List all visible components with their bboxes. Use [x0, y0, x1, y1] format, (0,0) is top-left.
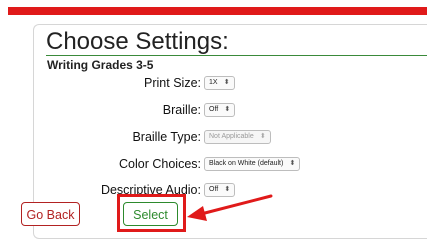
pointer-arrow-icon	[187, 194, 273, 221]
color-choices-label: Color Choices:	[119, 157, 201, 171]
title-divider	[46, 55, 427, 56]
braille-value: Off	[209, 106, 219, 113]
setting-row-print-size: Print Size: 1X ⬍	[34, 75, 427, 91]
go-back-button[interactable]: Go Back	[21, 202, 80, 226]
page-title: Choose Settings:	[46, 28, 229, 55]
top-accent-bar	[8, 7, 427, 15]
braille-type-select: Not Applicable ⬍	[204, 130, 271, 144]
select-arrows-icon: ⬍	[224, 106, 231, 113]
select-highlight-box	[117, 194, 186, 232]
braille-type-label: Braille Type:	[132, 130, 201, 144]
setting-row-color-choices: Color Choices: Black on White (default) …	[34, 156, 427, 172]
arrow-head	[187, 206, 207, 221]
select-arrows-icon: ⬍	[223, 79, 230, 86]
print-size-select[interactable]: 1X ⬍	[204, 76, 235, 90]
select-arrows-icon: ⬍	[259, 133, 266, 140]
setting-row-braille: Braille: Off ⬍	[34, 102, 427, 118]
test-subtitle: Writing Grades 3-5	[47, 58, 154, 72]
color-choices-select[interactable]: Black on White (default) ⬍	[204, 157, 301, 171]
color-choices-value: Black on White (default)	[209, 160, 284, 167]
braille-select[interactable]: Off ⬍	[204, 103, 236, 117]
arrow-shaft	[199, 194, 273, 216]
print-size-value: 1X	[209, 79, 218, 86]
braille-type-value: Not Applicable	[209, 133, 254, 140]
braille-label: Braille:	[162, 103, 201, 117]
print-size-label: Print Size:	[144, 76, 201, 90]
setting-row-braille-type: Braille Type: Not Applicable ⬍	[34, 129, 427, 145]
select-arrows-icon: ⬍	[289, 160, 296, 167]
